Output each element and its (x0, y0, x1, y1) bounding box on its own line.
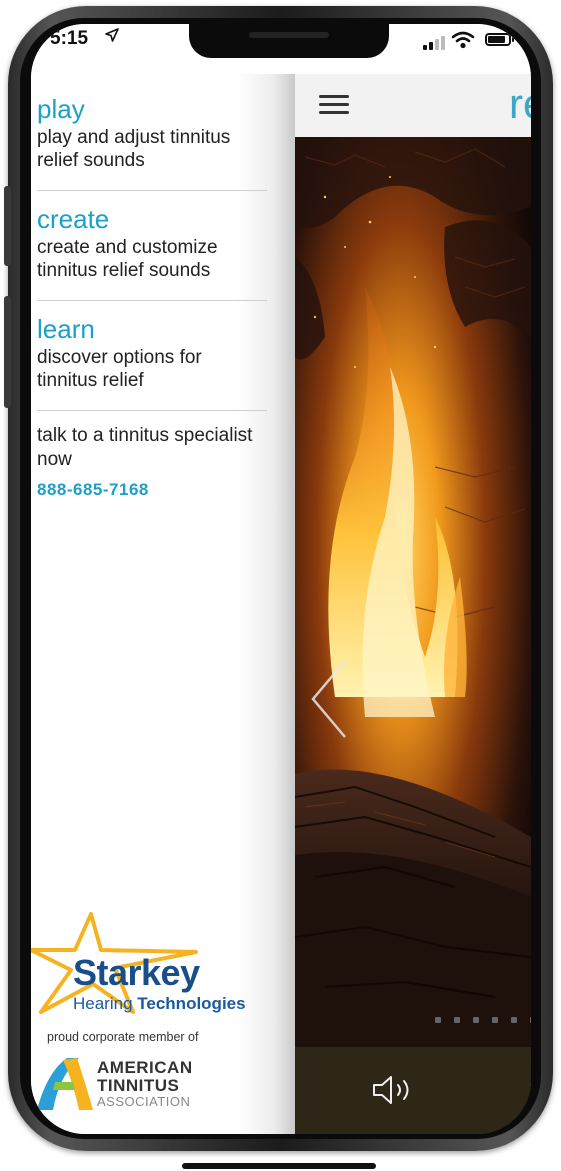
talk-text: talk to a tinnitus specialist now (37, 425, 253, 470)
menu-item-title: learn (37, 314, 95, 344)
ata-line-2: TINNITUS (97, 1076, 180, 1095)
menu-item-description: create and customize tinnitus relief sou… (37, 237, 218, 281)
screen: 5:15 re (31, 24, 531, 1134)
starkey-sub-regular: Hearing (73, 994, 138, 1013)
starkey-logo: Starkey Hearing Technologies (31, 912, 261, 1022)
page-indicator (435, 1017, 531, 1023)
talk-to-specialist: talk to a tinnitus specialist now 888-68… (37, 424, 267, 500)
navigation-drawer: play play and adjust tinnitus relief sou… (31, 74, 295, 1134)
home-indicator[interactable] (182, 1163, 376, 1169)
ata-line-1: AMERICAN (97, 1058, 193, 1077)
menu-divider (37, 190, 267, 191)
ata-line-3: ASSOCIATION (97, 1094, 191, 1109)
starkey-subtitle: Hearing Technologies (73, 994, 246, 1014)
player-bottom-bar (295, 1047, 531, 1134)
proud-member-text: proud corporate member of (47, 1030, 199, 1044)
hamburger-menu-icon[interactable] (319, 95, 349, 115)
status-time: 5:15 (50, 28, 89, 49)
speaker-volume-icon[interactable] (371, 1073, 423, 1107)
menu-item-create[interactable]: create create and customize tinnitus rel… (37, 204, 267, 282)
wifi-icon (451, 30, 475, 50)
ata-logo: AMERICAN TINNITUS ASSOCIATION (31, 1050, 261, 1114)
main-view: re (285, 74, 531, 1134)
battery-icon (485, 33, 514, 46)
volume-button (4, 296, 11, 408)
menu-item-learn[interactable]: learn discover options for tinnitus reli… (37, 314, 267, 392)
location-arrow-icon (105, 28, 119, 46)
starkey-sub-bold: Technologies (137, 994, 246, 1013)
menu-divider (37, 300, 267, 301)
menu-divider (37, 410, 267, 411)
notch (189, 24, 389, 58)
menu-item-description: discover options for tinnitus relief (37, 347, 202, 391)
header-title: re (509, 80, 531, 127)
app-header: re (295, 74, 531, 137)
menu-item-title: play (37, 94, 85, 124)
fireplace-image (285, 137, 531, 1047)
mute-switch (4, 186, 11, 266)
cellular-signal-icon (423, 36, 445, 50)
menu-item-play[interactable]: play play and adjust tinnitus relief sou… (37, 94, 267, 172)
phone-number-link[interactable]: 888-685-7168 (37, 480, 267, 500)
menu-item-title: create (37, 204, 110, 234)
chevron-left-icon[interactable] (307, 657, 351, 741)
menu-item-description: play and adjust tinnitus relief sounds (37, 127, 231, 171)
starkey-name: Starkey (73, 952, 200, 993)
